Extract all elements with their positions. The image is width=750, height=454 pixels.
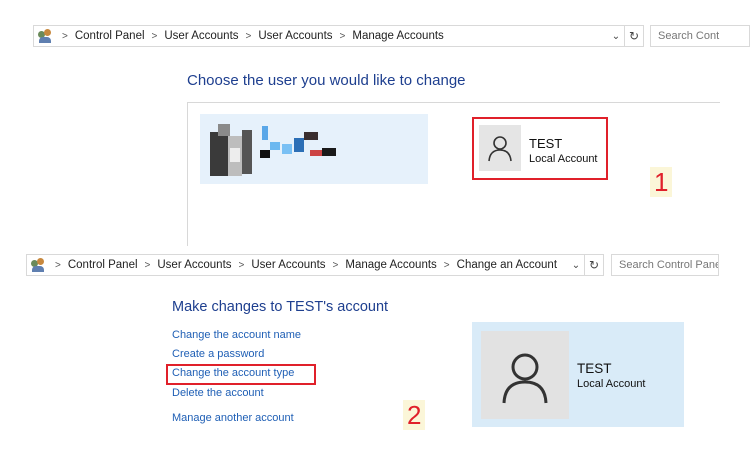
control-panel-icon[interactable] [31, 258, 47, 272]
control-panel-icon[interactable] [38, 29, 54, 43]
account-tile-test[interactable]: TEST Local Account [472, 117, 608, 180]
breadcrumb: > Control Panel > User Accounts > User A… [27, 258, 557, 272]
breadcrumb-user-accounts[interactable]: User Accounts [157, 259, 231, 271]
refresh-icon[interactable]: ↻ [624, 26, 643, 46]
refresh-icon[interactable]: ↻ [584, 255, 603, 275]
account-name: TEST [529, 136, 563, 151]
chevron-right-icon[interactable]: > [246, 31, 252, 42]
page-title-top: Choose the user you would like to change [187, 72, 466, 89]
chevron-right-icon[interactable]: > [62, 31, 68, 42]
account-tile-test-large: TEST Local Account [472, 322, 684, 427]
chevron-down-icon[interactable]: ⌄ [608, 31, 624, 42]
breadcrumb-user-accounts-2[interactable]: User Accounts [258, 30, 332, 42]
avatar [479, 125, 521, 171]
breadcrumb-control-panel[interactable]: Control Panel [75, 30, 145, 42]
chevron-right-icon[interactable]: > [239, 260, 245, 271]
address-bar-top[interactable]: > Control Panel > User Accounts > User A… [33, 25, 644, 47]
manage-another-account-link[interactable]: Manage another account [172, 412, 294, 424]
breadcrumb: > Control Panel > User Accounts > User A… [34, 29, 444, 43]
step-number-1: 1 [650, 167, 673, 197]
chevron-right-icon[interactable]: > [340, 31, 346, 42]
breadcrumb-change-account[interactable]: Change an Account [457, 259, 557, 271]
user-silhouette-icon [502, 353, 548, 404]
account-type: Local Account [529, 153, 598, 165]
user-silhouette-icon [488, 136, 512, 162]
highlight-box [166, 364, 316, 385]
delete-account-link[interactable]: Delete the account [172, 387, 264, 399]
account-name: TEST [577, 361, 612, 376]
step-number-2: 2 [403, 400, 426, 430]
page-title-bottom: Make changes to TEST's account [172, 299, 389, 315]
breadcrumb-manage-accounts[interactable]: Manage Accounts [345, 259, 436, 271]
chevron-right-icon[interactable]: > [444, 260, 450, 271]
breadcrumb-control-panel[interactable]: Control Panel [68, 259, 138, 271]
chevron-right-icon[interactable]: > [152, 31, 158, 42]
chevron-right-icon[interactable]: > [145, 260, 151, 271]
breadcrumb-user-accounts[interactable]: User Accounts [164, 30, 238, 42]
breadcrumb-manage-accounts[interactable]: Manage Accounts [352, 30, 443, 42]
chevron-down-icon[interactable]: ⌄ [568, 260, 584, 271]
breadcrumb-user-accounts-2[interactable]: User Accounts [251, 259, 325, 271]
chevron-right-icon[interactable]: > [333, 260, 339, 271]
account-type: Local Account [577, 378, 646, 390]
chevron-right-icon[interactable]: > [55, 260, 61, 271]
censored-account-tile[interactable] [200, 114, 428, 184]
change-account-name-link[interactable]: Change the account name [172, 329, 301, 341]
address-bar-bottom[interactable]: > Control Panel > User Accounts > User A… [26, 254, 604, 276]
create-password-link[interactable]: Create a password [172, 348, 264, 360]
avatar [481, 331, 569, 419]
search-input-top[interactable]: Search Cont [650, 25, 750, 47]
search-input-bottom[interactable]: Search Control Panel [611, 254, 719, 276]
